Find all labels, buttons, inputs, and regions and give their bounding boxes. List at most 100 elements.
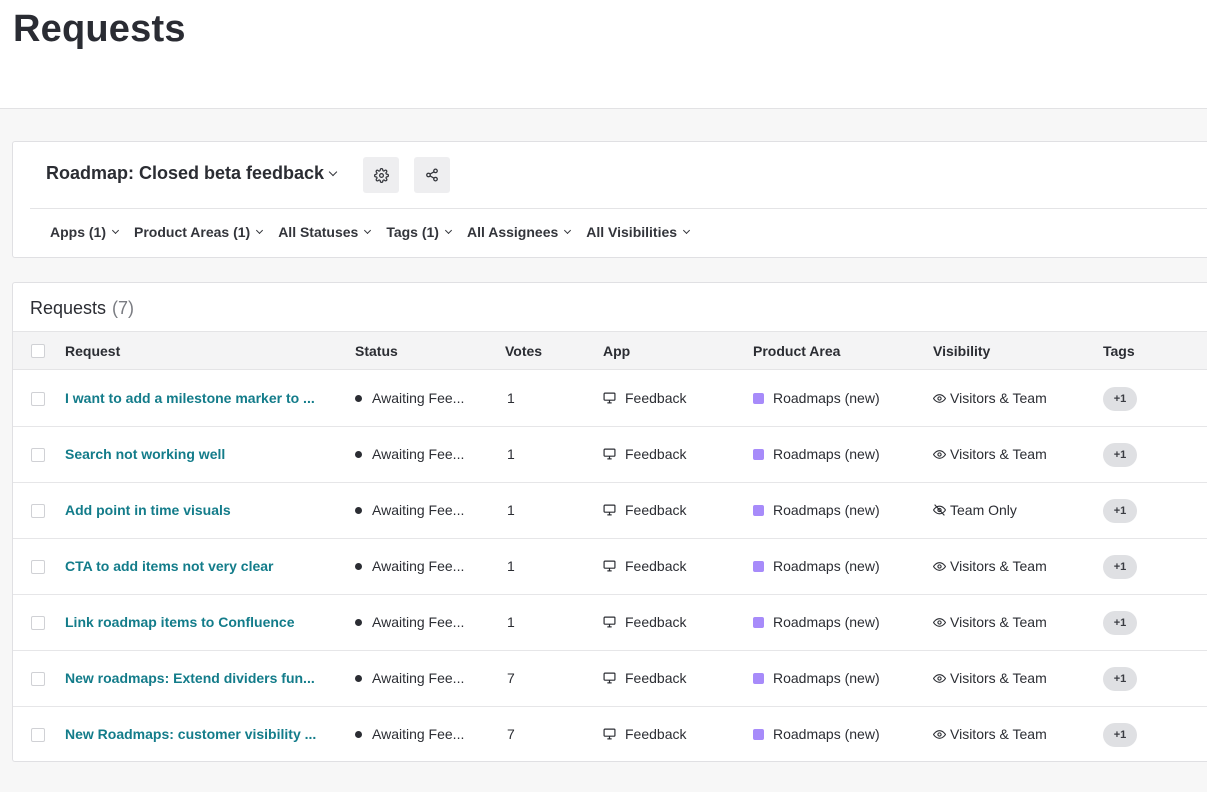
row-checkbox[interactable]: [31, 448, 45, 462]
table-row[interactable]: I want to add a milestone marker to ... …: [13, 371, 1207, 427]
eye-icon: [933, 561, 946, 572]
filter-statuses[interactable]: All Statuses: [278, 224, 372, 240]
divider: [30, 208, 1207, 209]
chevron-down-icon: [364, 226, 372, 235]
app-label: Feedback: [625, 558, 687, 574]
filter-label: All Assignees: [466, 224, 559, 240]
row-checkbox[interactable]: [31, 672, 45, 686]
status-cell: Awaiting Fee...: [355, 726, 464, 742]
filter-assignees[interactable]: All Assignees: [466, 224, 572, 240]
column-header-app[interactable]: App: [603, 343, 630, 359]
eye-icon: [933, 617, 946, 628]
visibility-label: Team Only: [950, 502, 1017, 518]
status-label: Awaiting Fee...: [372, 446, 465, 462]
app-cell: Feedback: [603, 390, 686, 406]
tags-badge[interactable]: +1: [1103, 387, 1137, 411]
request-link[interactable]: New roadmaps: Extend dividers fun...: [65, 670, 315, 686]
status-label: Awaiting Fee...: [372, 670, 465, 686]
filter-bar: Apps (1) Product Areas (1) All Statuses …: [50, 224, 691, 240]
status-label: Awaiting Fee...: [372, 390, 465, 406]
table-row[interactable]: Add point in time visuals Awaiting Fee..…: [13, 483, 1207, 539]
filter-tags[interactable]: Tags (1): [386, 224, 453, 240]
chevron-down-icon: [328, 167, 338, 177]
eye-off-icon: [933, 504, 946, 516]
status-dot-icon: [355, 618, 362, 626]
visibility-label: Visitors & Team: [950, 558, 1047, 574]
monitor-icon: [603, 728, 616, 740]
product-area-label: Roadmaps (new): [773, 446, 880, 462]
tags-badge[interactable]: +1: [1103, 555, 1137, 579]
status-label: Awaiting Fee...: [372, 502, 465, 518]
tags-badge[interactable]: +1: [1103, 611, 1137, 635]
filter-product-areas[interactable]: Product Areas (1): [134, 224, 264, 240]
app-cell: Feedback: [603, 502, 686, 518]
status-cell: Awaiting Fee...: [355, 614, 464, 630]
column-header-visibility[interactable]: Visibility: [933, 343, 990, 359]
filter-apps[interactable]: Apps (1): [50, 224, 120, 240]
status-dot-icon: [355, 394, 362, 402]
tags-badge[interactable]: +1: [1103, 667, 1137, 691]
share-button[interactable]: [414, 157, 450, 193]
column-header-votes[interactable]: Votes: [505, 343, 542, 359]
column-header-tags[interactable]: Tags: [1103, 343, 1135, 359]
monitor-icon: [603, 504, 616, 516]
filter-visibilities[interactable]: All Visibilities: [586, 224, 691, 240]
votes-count: 1: [507, 446, 515, 462]
request-link[interactable]: Link roadmap items to Confluence: [65, 614, 294, 630]
product-area-cell: Roadmaps (new): [753, 390, 880, 406]
product-area-label: Roadmaps (new): [773, 502, 880, 518]
visibility-cell: Visitors & Team: [933, 558, 1047, 574]
monitor-icon: [603, 616, 616, 628]
request-link[interactable]: New Roadmaps: customer visibility ...: [65, 726, 316, 742]
votes-count: 1: [507, 558, 515, 574]
tags-badge[interactable]: +1: [1103, 443, 1137, 467]
settings-button[interactable]: [363, 157, 399, 193]
table-row[interactable]: Search not working well Awaiting Fee... …: [13, 427, 1207, 483]
monitor-icon: [603, 672, 616, 684]
table-row[interactable]: Link roadmap items to Confluence Awaitin…: [13, 595, 1207, 651]
request-count: (7): [112, 298, 135, 318]
status-cell: Awaiting Fee...: [355, 446, 464, 462]
share-icon: [426, 168, 438, 182]
product-area-swatch: [753, 448, 764, 460]
product-area-swatch: [753, 728, 764, 740]
product-area-cell: Roadmaps (new): [753, 726, 880, 742]
column-header-request[interactable]: Request: [65, 343, 120, 359]
tags-badge[interactable]: +1: [1103, 723, 1137, 747]
table-title: Requests (7): [30, 298, 134, 319]
eye-icon: [933, 449, 946, 460]
chevron-down-icon: [444, 226, 453, 235]
product-area-swatch: [753, 504, 764, 516]
page-header: Requests: [0, 0, 1207, 109]
row-checkbox[interactable]: [31, 616, 45, 630]
filter-label: Apps (1): [50, 224, 106, 240]
row-checkbox[interactable]: [31, 504, 45, 518]
row-checkbox[interactable]: [31, 728, 45, 742]
column-header-product-area[interactable]: Product Area: [753, 343, 840, 359]
row-checkbox[interactable]: [31, 560, 45, 574]
product-area-label: Roadmaps (new): [773, 558, 880, 574]
status-dot-icon: [355, 450, 362, 458]
row-checkbox[interactable]: [31, 392, 45, 406]
tags-badge[interactable]: +1: [1103, 499, 1137, 523]
chevron-down-icon: [111, 226, 120, 235]
visibility-label: Visitors & Team: [950, 726, 1047, 742]
table-row[interactable]: CTA to add items not very clear Awaiting…: [13, 539, 1207, 595]
eye-icon: [933, 729, 946, 740]
table-row[interactable]: New roadmaps: Extend dividers fun... Awa…: [13, 651, 1207, 707]
roadmap-title: Roadmap: Closed beta feedback: [46, 163, 325, 183]
column-header-status[interactable]: Status: [355, 343, 398, 359]
product-area-swatch: [753, 560, 764, 572]
eye-icon: [933, 393, 946, 404]
votes-count: 7: [507, 726, 515, 742]
request-link[interactable]: Search not working well: [65, 446, 225, 462]
request-link[interactable]: Add point in time visuals: [65, 502, 231, 518]
visibility-cell: Visitors & Team: [933, 390, 1047, 406]
request-link[interactable]: CTA to add items not very clear: [65, 558, 274, 574]
select-all-checkbox[interactable]: [31, 344, 45, 358]
request-link[interactable]: I want to add a milestone marker to ...: [65, 390, 315, 406]
app-cell: Feedback: [603, 558, 686, 574]
app-cell: Feedback: [603, 446, 686, 462]
table-row[interactable]: New Roadmaps: customer visibility ... Aw…: [13, 707, 1207, 761]
roadmap-selector[interactable]: Roadmap: Closed beta feedback: [46, 163, 338, 184]
